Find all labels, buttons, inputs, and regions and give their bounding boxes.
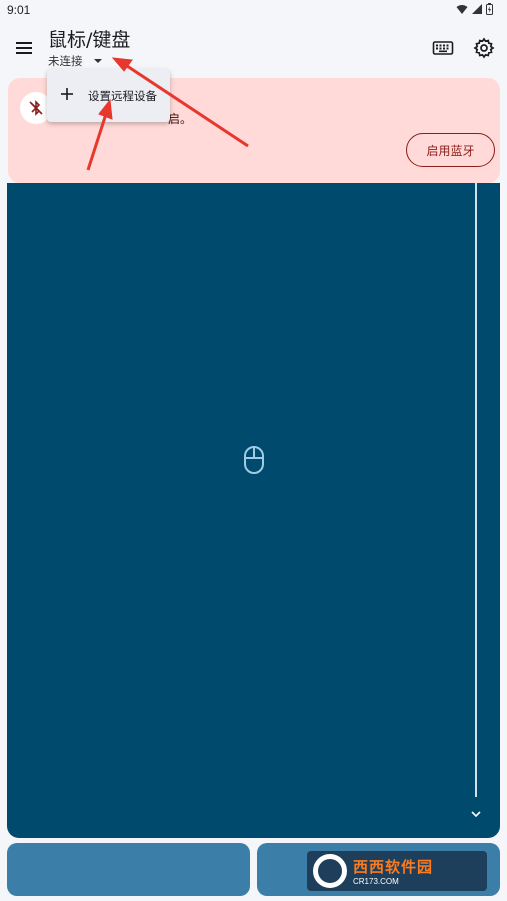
watermark-brand: 西西软件园 [353, 858, 434, 876]
status-bar: 9:01 [0, 0, 507, 22]
touchpad-area[interactable] [7, 183, 500, 838]
hamburger-menu-icon [16, 42, 32, 54]
bluetooth-warning-message: 启。 [168, 112, 193, 126]
connection-status-text: 未连接 [48, 54, 83, 68]
left-click-button[interactable] [7, 843, 250, 896]
plus-icon [61, 88, 73, 100]
menu-item-label: 设置远程设备 [88, 89, 157, 103]
chevron-down-icon[interactable] [469, 807, 483, 821]
keyboard-icon [432, 41, 454, 55]
menu-item-setup-remote-device[interactable]: 设置远程设备 [47, 69, 170, 122]
enable-bluetooth-button[interactable]: 启用蓝牙 [406, 133, 495, 167]
scroll-track[interactable] [475, 183, 477, 797]
status-icons [456, 3, 493, 15]
signal-icon [472, 3, 482, 14]
right-click-button[interactable]: 西西软件园 CR173.COM [257, 843, 500, 896]
status-time: 9:01 [7, 3, 31, 17]
watermark-c-mark [313, 854, 347, 888]
battery-icon [486, 3, 493, 15]
dropdown-arrow-icon [93, 59, 102, 63]
page-title: 鼠标/键盘 [48, 29, 131, 51]
watermark-logo: 西西软件园 CR173.COM [307, 851, 487, 891]
menu-button[interactable] [12, 36, 36, 60]
settings-button[interactable] [472, 36, 496, 60]
connection-selector[interactable]: 未连接 [48, 53, 105, 69]
top-app-bar: 鼠标/键盘 未连接 [0, 22, 507, 76]
watermark-site: CR173.COM [353, 877, 399, 886]
bluetooth-disabled-icon [29, 100, 43, 116]
keyboard-button[interactable] [431, 37, 455, 59]
connection-dropdown-menu: 设置远程设备 [47, 69, 170, 122]
gear-icon [473, 37, 495, 59]
wifi-icon [456, 4, 468, 14]
mouse-icon [244, 446, 264, 474]
